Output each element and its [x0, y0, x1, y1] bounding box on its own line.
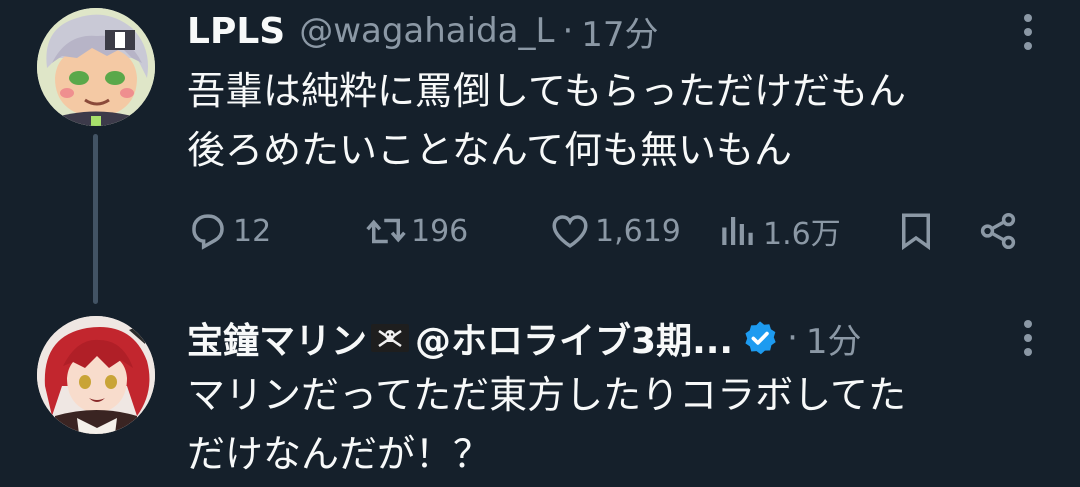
bookmark-icon: [902, 213, 930, 251]
separator-dot: ·: [562, 11, 574, 51]
tweet-text: マリンだってただ東方したりコラボしてた だけなんだが！？: [187, 373, 906, 476]
like-count: 1,619: [595, 213, 681, 249]
retweet-icon: [366, 218, 406, 244]
share-button[interactable]: [977, 205, 1019, 257]
share-icon: [980, 212, 1016, 250]
thread-connector-line: [93, 134, 98, 304]
timestamp[interactable]: 17分: [581, 7, 658, 56]
bookmark-button[interactable]: [895, 205, 937, 257]
separator-dot: ·: [787, 318, 798, 358]
user-handle[interactable]: @ホロライブ3期...: [415, 312, 733, 364]
tweet-text: 吾輩は純粋に罵倒してもらっただけだもん 後ろめたいことなんて何も無いもん: [187, 69, 906, 172]
avatar-image: [37, 316, 155, 434]
display-name[interactable]: 宝鐘マリン: [187, 312, 367, 364]
display-name[interactable]: LPLS: [187, 11, 285, 52]
views-icon: [722, 217, 753, 245]
heart-icon: [552, 215, 588, 248]
tweet-header: 宝鐘マリン @ホロライブ3期... · 1分: [187, 313, 862, 363]
reply-icon: [192, 214, 224, 250]
views-button[interactable]: 1.6万: [717, 205, 841, 257]
timestamp[interactable]: 1分: [806, 314, 862, 363]
retweet-count: 196: [411, 213, 469, 249]
pirate-flag-icon: [371, 324, 410, 352]
tweet-header: LPLS @wagahaida_L · 17分: [187, 6, 659, 56]
retweet-button[interactable]: 196: [365, 205, 468, 257]
user-handle[interactable]: @wagahaida_L: [299, 11, 554, 51]
reply-button[interactable]: 12: [187, 205, 271, 257]
avatar[interactable]: [37, 8, 155, 126]
more-vertical-icon[interactable]: [1022, 12, 1034, 52]
view-count: 1.6万: [763, 217, 841, 252]
avatar[interactable]: [37, 316, 155, 434]
avatar-image: [37, 8, 155, 126]
reply-count: 12: [233, 213, 272, 249]
more-vertical-icon[interactable]: [1022, 318, 1034, 358]
action-bar: 12 196 1,619 1.6万: [187, 205, 1080, 257]
like-button[interactable]: 1,619: [549, 205, 681, 257]
verified-badge-icon: [745, 321, 776, 355]
